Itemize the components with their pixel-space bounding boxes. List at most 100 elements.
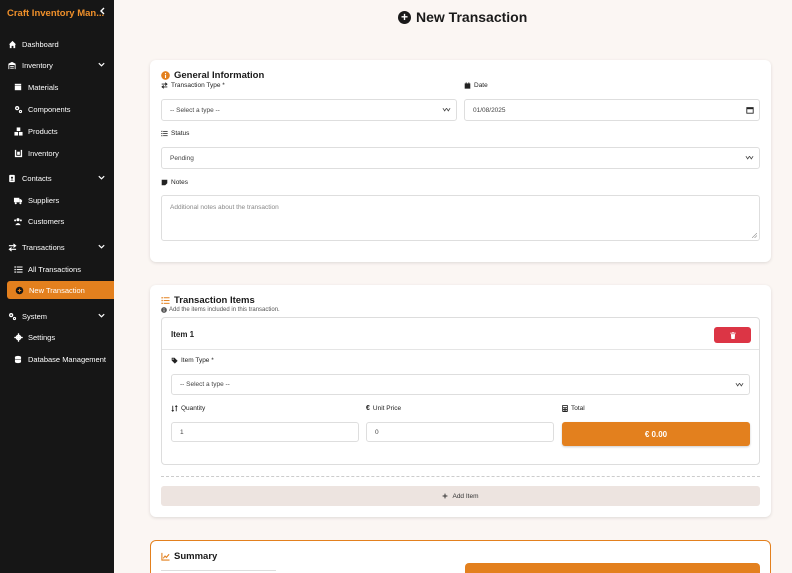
delete-item-button[interactable] [714,327,751,343]
item-header: Item 1 [162,318,759,350]
sidebar-item-label: Components [28,104,71,114]
chevron-down-icon[interactable] [97,311,107,321]
transaction-items-title: Transaction Items [161,295,255,306]
sidebar-item-contacts-group[interactable]: Contacts [0,169,114,187]
sort-numeric-icon [171,405,178,412]
plus-circle-icon [14,285,24,295]
pallet-icon [13,148,23,158]
item-total-value: € 0.00 [644,429,668,439]
summary-total-panel [465,563,760,573]
divider [161,476,760,477]
cogs-icon [7,311,17,321]
transaction-type-label: Transaction Type * [161,82,225,89]
gear-icon [13,332,23,342]
sidebar-item-label: Suppliers [28,195,60,205]
chevron-down-icon[interactable] [97,60,107,70]
sidebar-item-label: Dashboard [22,39,59,49]
item-title: Item 1 [171,330,195,339]
status-value: Pending [170,154,194,162]
sidebar: Craft Inventory Man... Dashboard Invento… [0,0,114,573]
sidebar-item-suppliers[interactable]: Suppliers [0,191,114,209]
general-information-title-text: General Information [174,70,265,81]
sidebar-item-label: All Transactions [28,264,81,274]
chevron-down-icon[interactable] [97,242,107,252]
sidebar-item-label: Transactions [22,242,65,252]
status-select[interactable]: Pending [161,147,760,169]
notes-label-text: Notes [171,179,188,186]
add-item-label: Add Item [452,492,479,500]
list-check-icon [161,130,168,137]
chevron-down-icon [442,107,451,113]
app-brand[interactable]: Craft Inventory Man... [7,8,107,20]
date-input[interactable]: 01/08/2025 [464,99,760,121]
sidebar-item-database-management[interactable]: Database Management [0,350,114,368]
euro-icon: € [366,405,370,412]
summary-title-text: Summary [174,551,218,562]
sidebar-item-settings[interactable]: Settings [0,328,114,346]
chevron-down-icon [745,155,754,161]
sidebar-item-transactions-group[interactable]: Transactions [0,238,114,256]
warehouse-icon [7,60,17,70]
sidebar-item-label: Customers [28,216,65,226]
plus-icon [442,493,448,499]
quantity-label-text: Quantity [181,405,206,412]
database-icon [13,354,23,364]
resize-handle-icon[interactable] [751,232,758,239]
sidebar-item-inventory[interactable]: Inventory [0,144,114,162]
unit-price-label: € Unit Price [366,405,401,412]
sidebar-item-label: Products [28,126,58,136]
transaction-type-select[interactable]: -- Select a type -- [161,99,457,121]
status-label-text: Status [171,130,190,137]
sidebar-item-all-transactions[interactable]: All Transactions [0,260,114,278]
chart-line-icon [161,552,170,561]
plus-circle-icon: + [398,10,411,24]
unit-price-label-text: Unit Price [372,405,402,412]
list-icon [161,296,170,305]
sidebar-item-components[interactable]: Components [0,100,114,118]
calendar-picker-icon[interactable] [746,106,754,114]
transaction-items-subtitle-text: Add the items included in this transacti… [169,307,280,313]
sidebar-item-products[interactable]: Products [0,122,114,140]
total-label-text: Total [571,405,585,412]
transaction-items-title-text: Transaction Items [174,295,255,306]
summary-title: Summary [161,551,217,562]
status-label: Status [161,130,189,137]
sidebar-item-materials[interactable]: Materials [0,78,114,96]
item-total-display: € 0.00 [562,422,750,446]
sidebar-item-new-transaction[interactable]: New Transaction [7,281,114,299]
page-title-text: New Transaction [416,9,528,25]
sidebar-item-system-group[interactable]: System [0,307,114,325]
quantity-value: 1 [180,428,184,436]
summary-divider [161,570,276,571]
add-item-button[interactable]: Add Item [161,486,760,506]
item-type-label: Item Type * [171,357,214,364]
unit-price-input[interactable]: 0 [366,422,554,442]
box-icon [13,82,23,92]
sidebar-item-dashboard[interactable]: Dashboard [0,35,114,53]
notes-textarea[interactable]: Additional notes about the transaction [161,195,760,241]
sticky-note-icon [161,179,168,186]
page-title: + New Transaction [398,8,527,26]
exchange-icon [7,242,17,252]
sidebar-item-label: Contacts [22,173,52,183]
trash-icon [729,331,736,339]
sidebar-item-label: Inventory [28,148,59,158]
transaction-items-subtitle: Add the items included in this transacti… [161,307,280,313]
item-type-select[interactable]: -- Select a type -- [171,374,750,395]
sidebar-item-label: Settings [28,332,56,342]
sidebar-item-inventory-group[interactable]: Inventory [0,56,114,74]
collapse-sidebar-icon[interactable] [98,6,108,20]
date-label: Date [464,82,488,89]
sidebar-item-label: System [22,311,48,321]
unit-price-value: 0 [375,428,379,436]
sidebar-item-customers[interactable]: Customers [0,212,114,230]
exchange-icon [161,82,168,89]
info-circle-icon [161,71,170,80]
general-information-title: General Information [161,70,264,81]
item-type-label-text: Item Type * [181,357,214,364]
quantity-input[interactable]: 1 [171,422,359,442]
truck-icon [13,195,23,205]
transaction-type-value: -- Select a type -- [170,106,220,114]
chevron-down-icon[interactable] [97,173,107,183]
date-value: 01/08/2025 [473,106,506,114]
